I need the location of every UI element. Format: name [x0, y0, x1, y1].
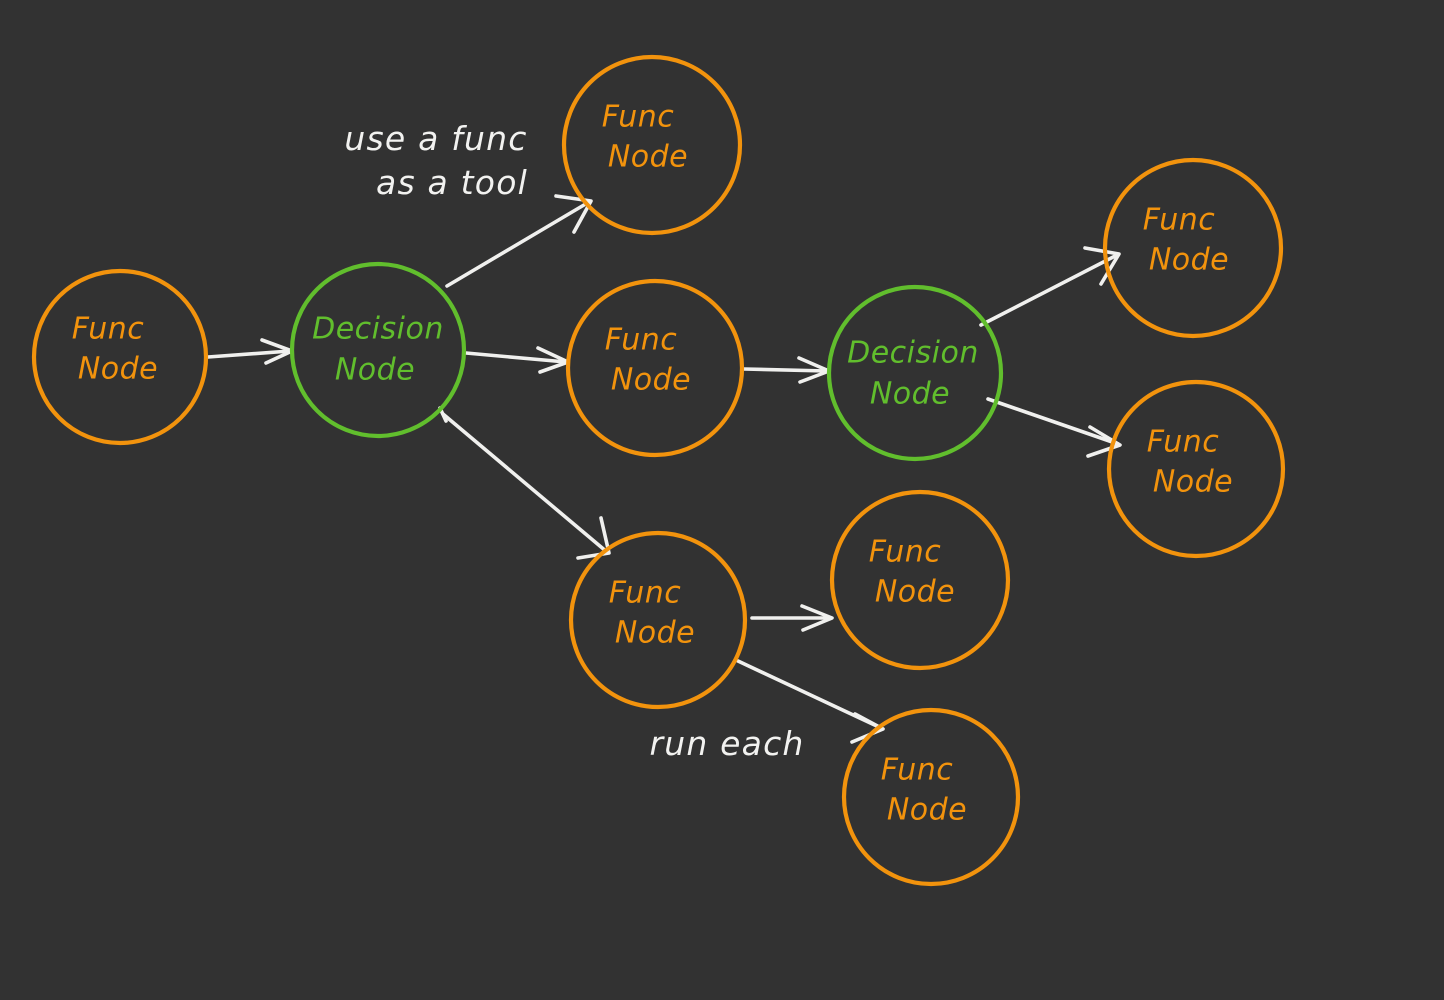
canvas-background [0, 0, 1444, 1000]
node-func-start-label-line2: Node [78, 352, 158, 387]
node-func-out-1-label-line2: Node [1149, 243, 1229, 278]
node-func-each-2-label-line1: Func [881, 753, 954, 788]
node-func-mid-label-line2: Node [611, 363, 691, 398]
node-func-each-1-label-line2: Node [875, 575, 955, 610]
flow-diagram: Func Node Decision Node Func Node Func N… [0, 0, 1444, 1000]
node-func-out-1-label-line1: Func [1143, 203, 1216, 238]
node-func-each-2-label-line2: Node [887, 793, 967, 828]
node-func-fanout-label-line2: Node [615, 616, 695, 651]
node-func-mid-label-line1: Func [605, 323, 678, 358]
node-func-tool-label-line1: Func [602, 100, 675, 135]
annotation-run-each: run each [649, 724, 804, 763]
node-decision-1-label-line2: Node [335, 353, 415, 388]
node-func-fanout-label-line1: Func [609, 576, 682, 611]
node-func-out-2-label-line1: Func [1147, 425, 1220, 460]
node-decision-2-label-line2: Node [870, 377, 950, 412]
annotation-use-a-func-as-a-tool-line2: as a tool [376, 163, 528, 202]
node-func-out-2-label-line2: Node [1153, 465, 1233, 500]
annotation-use-a-func-as-a-tool-line1: use a func [344, 119, 527, 158]
node-func-each-1-label-line1: Func [869, 535, 942, 570]
node-func-start-label-line1: Func [72, 312, 145, 347]
node-func-tool-label-line2: Node [608, 140, 688, 175]
diagram-canvas: Func Node Decision Node Func Node Func N… [0, 0, 1444, 1000]
node-decision-2-label-line1: Decision [847, 336, 979, 371]
node-decision-1-label-line1: Decision [312, 312, 444, 347]
